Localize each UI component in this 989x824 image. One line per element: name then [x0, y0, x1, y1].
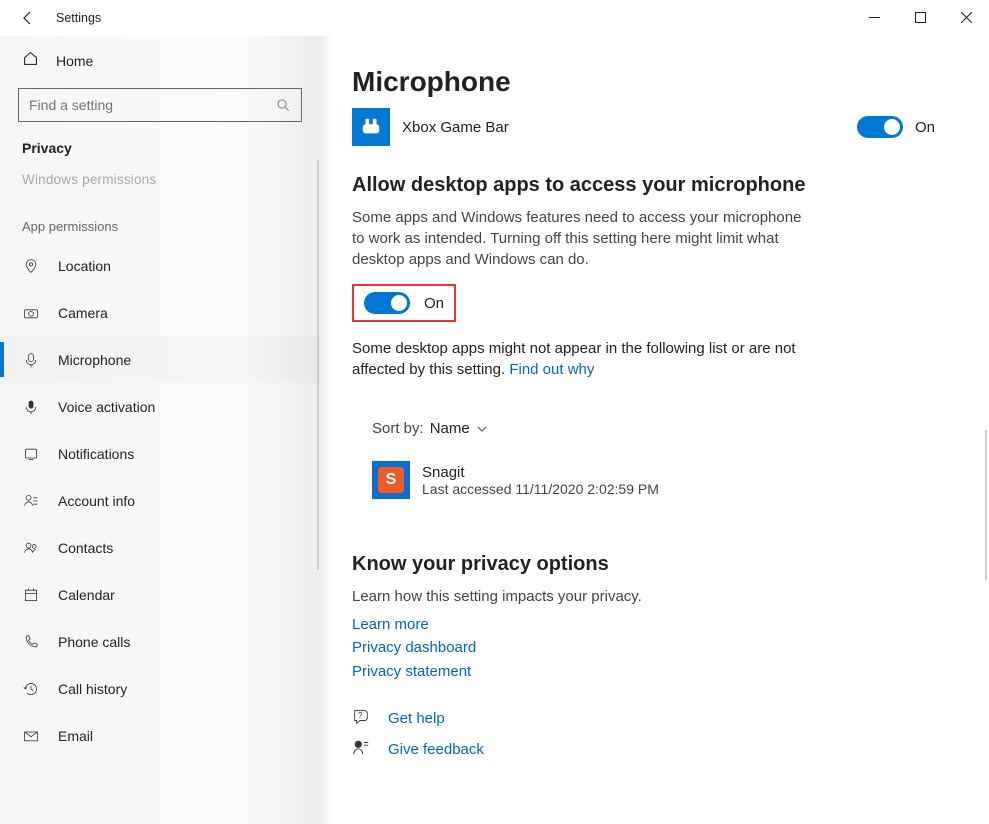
- xbox-game-bar-icon: [352, 108, 390, 146]
- allow-desktop-heading: Allow desktop apps to access your microp…: [352, 174, 953, 197]
- history-icon: [22, 680, 40, 698]
- email-icon: [22, 727, 40, 745]
- toggle-state: On: [915, 119, 935, 136]
- sidebar-item-account-info[interactable]: Account info: [0, 477, 320, 524]
- window-title: Settings: [56, 11, 101, 25]
- group-header: App permissions: [0, 195, 320, 242]
- phone-icon: [22, 633, 40, 651]
- nav-label: Calendar: [58, 587, 115, 603]
- app-row-xbox-game-bar: Xbox Game Bar On: [352, 108, 953, 146]
- nav-label: Camera: [58, 305, 108, 321]
- sort-prefix: Sort by:: [372, 420, 424, 437]
- sidebar: Home Privacy Windows permissions App per…: [0, 36, 320, 824]
- help-icon: ?: [352, 707, 372, 730]
- calendar-icon: [22, 586, 40, 604]
- search-input[interactable]: [29, 97, 276, 113]
- know-body: Learn how this setting impacts your priv…: [352, 586, 812, 607]
- maximize-button[interactable]: [897, 0, 943, 34]
- nav-label: Account info: [58, 493, 135, 509]
- highlight-box: On: [352, 284, 456, 322]
- home-label: Home: [56, 53, 93, 69]
- know-heading: Know your privacy options: [352, 553, 953, 576]
- minimize-button[interactable]: [851, 0, 897, 34]
- camera-icon: [22, 304, 40, 322]
- nav-label: Microphone: [58, 352, 131, 368]
- microphone-icon: [22, 351, 40, 369]
- desktop-info: Some desktop apps might not appear in th…: [352, 338, 812, 380]
- close-icon: [961, 12, 972, 23]
- sort-value: Name: [430, 420, 470, 437]
- sidebar-item-calendar[interactable]: Calendar: [0, 571, 320, 618]
- nav-label: Phone calls: [58, 634, 130, 650]
- sidebar-item-voice-activation[interactable]: Voice activation: [0, 383, 320, 430]
- sidebar-item-notifications[interactable]: Notifications: [0, 430, 320, 477]
- xbox-game-bar-toggle[interactable]: [857, 116, 903, 138]
- sidebar-item-phone-calls[interactable]: Phone calls: [0, 618, 320, 665]
- learn-more-link[interactable]: Learn more: [352, 613, 953, 636]
- content-pane: Microphone Xbox Game Bar On Allow deskto…: [320, 36, 989, 824]
- nav-label: Call history: [58, 681, 127, 697]
- arrow-left-icon: [20, 10, 36, 26]
- page-title: Microphone: [352, 66, 953, 98]
- chevron-down-icon: [476, 423, 488, 435]
- app-name: Xbox Game Bar: [402, 119, 509, 136]
- nav-label: Location: [58, 258, 111, 274]
- sidebar-scrollbar[interactable]: [317, 160, 319, 570]
- get-help-row[interactable]: ? Get help: [352, 707, 953, 730]
- search-box[interactable]: [18, 88, 302, 122]
- location-icon: [22, 257, 40, 275]
- close-button[interactable]: [943, 0, 989, 34]
- feedback-row[interactable]: Give feedback: [352, 738, 953, 761]
- sidebar-item-call-history[interactable]: Call history: [0, 665, 320, 712]
- home-icon: [22, 50, 40, 72]
- snagit-icon: S: [372, 461, 410, 499]
- search-icon: [276, 98, 291, 113]
- svg-text:?: ?: [358, 711, 363, 720]
- get-help-link[interactable]: Get help: [388, 710, 445, 727]
- nav-label: Notifications: [58, 446, 134, 462]
- desktop-app-row: S Snagit Last accessed 11/11/2020 2:02:5…: [372, 461, 953, 499]
- minimize-icon: [869, 12, 880, 23]
- feedback-icon: [352, 738, 372, 761]
- find-out-why-link[interactable]: Find out why: [509, 361, 594, 378]
- nav-label: Contacts: [58, 540, 113, 556]
- home-link[interactable]: Home: [0, 50, 320, 88]
- sidebar-item-location[interactable]: Location: [0, 242, 320, 289]
- nav-label: Voice activation: [58, 399, 155, 415]
- maximize-icon: [915, 12, 926, 23]
- allow-desktop-body: Some apps and Windows features need to a…: [352, 207, 812, 270]
- sidebar-item-contacts[interactable]: Contacts: [0, 524, 320, 571]
- back-button[interactable]: [18, 8, 38, 28]
- toggle-state: On: [424, 295, 444, 312]
- sidebar-item-microphone[interactable]: Microphone: [0, 336, 320, 383]
- privacy-statement-link[interactable]: Privacy statement: [352, 660, 953, 683]
- sidebar-item-camera[interactable]: Camera: [0, 289, 320, 336]
- desktop-app-sub: Last accessed 11/11/2020 2:02:59 PM: [422, 481, 659, 497]
- subgroup-title: Windows permissions: [0, 164, 320, 195]
- scrollbar[interactable]: [985, 430, 987, 580]
- account-icon: [22, 492, 40, 510]
- give-feedback-link[interactable]: Give feedback: [388, 741, 484, 758]
- category-title: Privacy: [0, 140, 320, 164]
- allow-desktop-toggle[interactable]: [364, 292, 410, 314]
- sort-control[interactable]: Sort by: Name: [372, 420, 953, 437]
- contacts-icon: [22, 539, 40, 557]
- voice-icon: [22, 398, 40, 416]
- nav-label: Email: [58, 728, 93, 744]
- sidebar-item-email[interactable]: Email: [0, 712, 320, 759]
- privacy-dashboard-link[interactable]: Privacy dashboard: [352, 636, 953, 659]
- notifications-icon: [22, 445, 40, 463]
- desktop-app-name: Snagit: [422, 464, 659, 481]
